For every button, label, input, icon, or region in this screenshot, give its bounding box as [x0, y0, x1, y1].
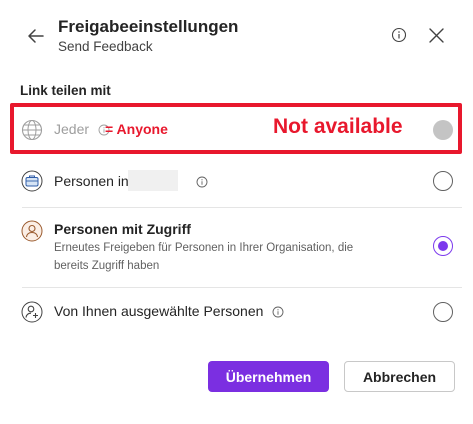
option-people-with-access-description: Erneutes Freigeben für Personen in Ihrer…	[54, 242, 354, 272]
dialog-title: Freigabeeinstellungen	[58, 17, 239, 36]
cancel-button[interactable]: Abbrechen	[344, 361, 455, 392]
annotation-anyone-text: = Anyone	[105, 121, 168, 137]
apply-button[interactable]: Übernehmen	[208, 361, 329, 392]
info-icon[interactable]	[272, 306, 284, 318]
divider	[22, 287, 462, 288]
radio-people-in-org[interactable]	[433, 171, 453, 191]
back-arrow-icon[interactable]	[26, 26, 46, 46]
option-specific-people[interactable]: Von Ihnen ausgewählte Personen	[12, 296, 462, 330]
option-people-with-access[interactable]: Personen mit Zugriff Erneutes Freigeben …	[12, 215, 462, 277]
divider	[22, 207, 462, 208]
close-icon[interactable]	[428, 27, 445, 44]
option-specific-people-label: Von Ihnen ausgewählte Personen	[54, 303, 264, 319]
briefcase-icon	[21, 170, 43, 192]
person-icon	[21, 220, 43, 242]
option-people-in-org-label: Personen in	[54, 173, 129, 189]
option-people-with-access-label: Personen mit Zugriff	[54, 221, 191, 237]
option-people-in-org[interactable]: Personen in	[12, 163, 462, 199]
section-label: Link teilen mit	[20, 83, 111, 98]
radio-people-with-access[interactable]	[433, 236, 453, 256]
dialog-header: Freigabeeinstellungen Send Feedback	[0, 0, 473, 70]
info-icon[interactable]	[391, 27, 407, 43]
radio-specific-people[interactable]	[433, 302, 453, 322]
person-add-icon	[21, 301, 43, 323]
redacted-org-name	[128, 170, 178, 191]
dialog-subtitle: Send Feedback	[58, 39, 153, 54]
info-icon[interactable]	[196, 176, 208, 188]
annotation-not-available-text: Not available	[273, 115, 403, 138]
